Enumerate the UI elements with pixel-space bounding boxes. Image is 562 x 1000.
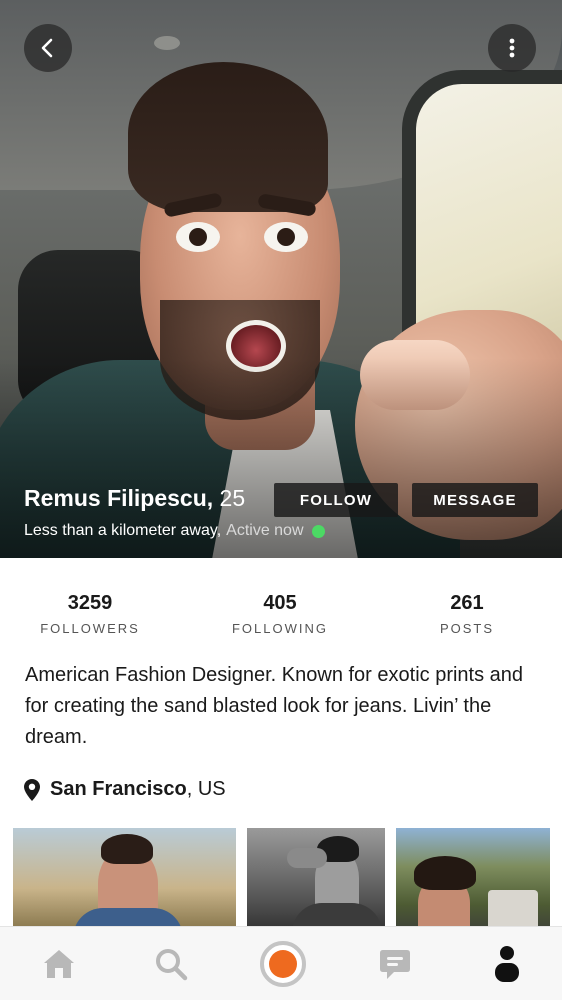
activity-status: Active now — [226, 522, 304, 539]
following-count: 405 — [263, 592, 297, 614]
thumb-arm — [287, 848, 327, 868]
message-button[interactable]: MESSAGE — [412, 483, 538, 517]
profile-cover-photo — [0, 0, 562, 558]
followers-label: FOLLOWERS — [40, 621, 140, 636]
photo-thumbnail[interactable] — [396, 828, 550, 926]
chat-icon — [380, 950, 410, 979]
photo-eye — [264, 222, 308, 252]
bottom-tab-bar — [0, 926, 562, 1000]
photo-bg-light — [154, 36, 180, 50]
posts-stat[interactable]: 261 POSTS — [392, 592, 542, 636]
location-country: , US — [186, 778, 226, 800]
chevron-left-icon — [41, 38, 53, 58]
tab-profile[interactable] — [467, 927, 547, 1000]
profile-stats: 3259 FOLLOWERS 405 FOLLOWING 261 POSTS — [0, 592, 562, 642]
followers-count: 3259 — [67, 592, 113, 614]
profile-location: San Francisco, US — [24, 778, 226, 801]
photo-thumbnail[interactable] — [13, 828, 236, 926]
tab-messages[interactable] — [355, 927, 435, 1000]
following-label: FOLLOWING — [231, 621, 328, 636]
followers-stat[interactable]: 3259 FOLLOWERS — [15, 592, 165, 636]
posts-label: POSTS — [439, 621, 495, 636]
record-dot — [269, 950, 297, 978]
vertical-dots-icon — [509, 38, 515, 58]
photo-eye — [176, 222, 220, 252]
profile-name-text: Remus Filipescu, — [24, 485, 214, 511]
profile-name: Remus Filipescu, 25 — [24, 485, 245, 512]
distance-text: Less than a kilometer away, — [24, 522, 222, 539]
tab-search[interactable] — [131, 927, 211, 1000]
search-icon — [156, 949, 188, 981]
profile-bio: American Fashion Designer. Known for exo… — [25, 664, 524, 748]
back-button[interactable] — [24, 24, 72, 72]
distance-status: Less than a kilometer away, Active now — [24, 522, 325, 540]
photo-grid — [0, 828, 562, 926]
map-pin-icon — [24, 778, 40, 801]
posts-count: 261 — [450, 592, 484, 614]
tab-home[interactable] — [19, 927, 99, 1000]
thumb-building — [488, 890, 538, 926]
thumb-hair — [101, 834, 153, 864]
follow-button[interactable]: FOLLOW — [274, 483, 398, 517]
thumb-hair — [414, 856, 476, 890]
tab-record[interactable] — [243, 927, 323, 1000]
location-city: San Francisco — [50, 778, 187, 800]
online-indicator — [311, 524, 325, 538]
profile-age: 25 — [213, 485, 246, 511]
more-options-button[interactable] — [488, 24, 536, 72]
record-icon — [260, 941, 306, 987]
thumb-shirt — [292, 903, 382, 926]
thumb-jacket — [73, 908, 183, 926]
photo-thumbnail[interactable] — [247, 828, 385, 926]
profile-icon — [495, 946, 519, 982]
home-icon — [44, 950, 74, 978]
following-stat[interactable]: 405 FOLLOWING — [205, 592, 355, 636]
